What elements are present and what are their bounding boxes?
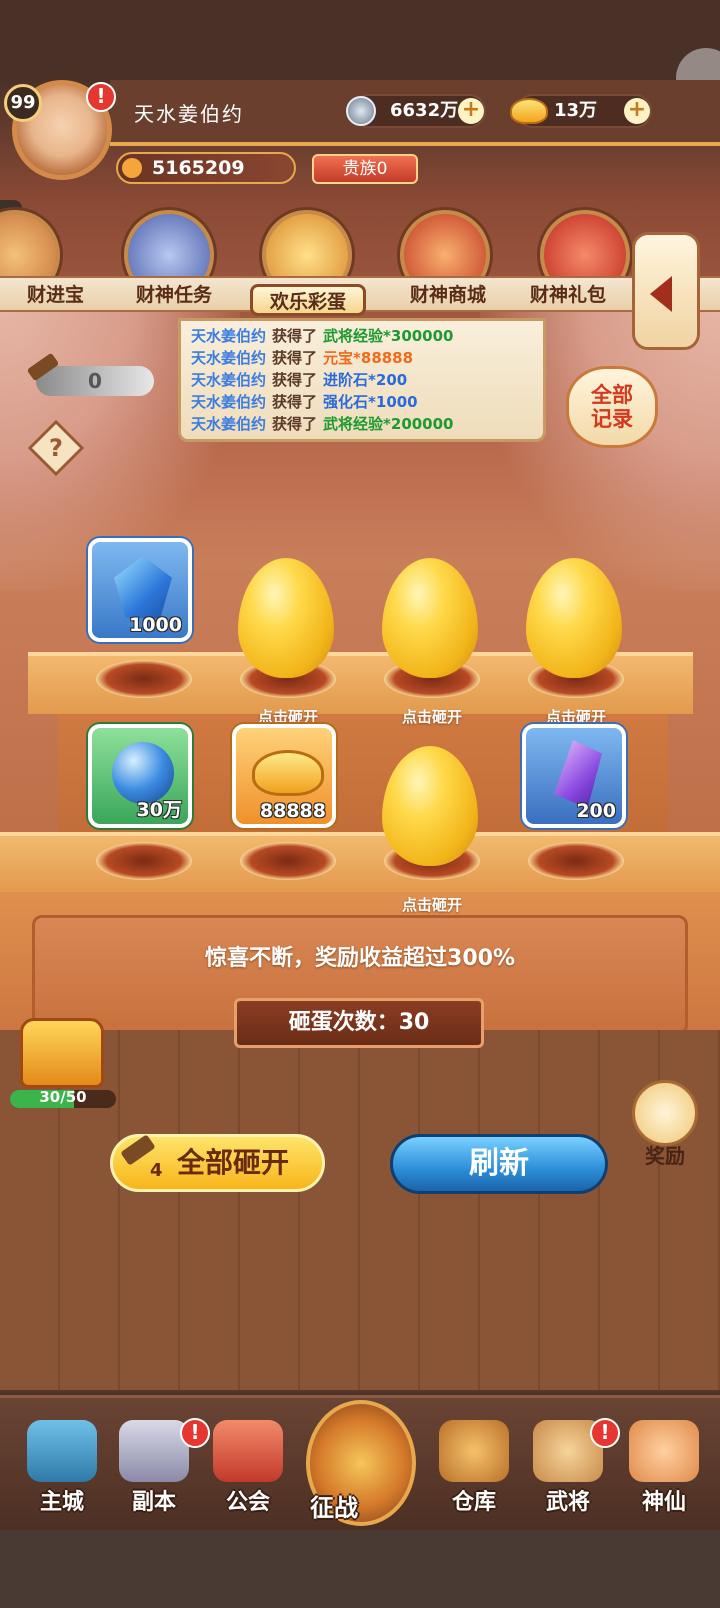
hammer-count: 0	[36, 366, 154, 396]
reward-amount: 200	[576, 800, 616, 822]
nav-campaign[interactable]: 征战	[306, 1400, 416, 1526]
egg-slot	[96, 842, 192, 880]
reward-card-crystal: 1000	[88, 538, 192, 642]
egg-slot	[96, 660, 192, 698]
ticker-row: 天水姜伯约 获得了 元宝*88888	[191, 349, 414, 367]
reward-button[interactable]: 奖励	[628, 1080, 702, 1170]
egg-slot	[528, 842, 624, 880]
add-ingot-button[interactable]: +	[624, 98, 650, 124]
refresh-button[interactable]: 刷新	[390, 1134, 608, 1194]
nav-guild[interactable]: 公会	[206, 1420, 290, 1520]
smash-hint: 点击砸开	[401, 708, 462, 726]
treasure-chest-icon[interactable]	[20, 1018, 104, 1088]
paw-points-display: 5165209	[116, 152, 296, 184]
system-nav-bar	[0, 1530, 720, 1608]
add-copper-button[interactable]: +	[458, 98, 484, 124]
help-icon: ?	[49, 434, 63, 462]
purple-crystal-icon	[554, 740, 602, 808]
flag-icon	[213, 1420, 283, 1482]
reward-ticker: 天水姜伯约 获得了 武将经验*300000 天水姜伯约 获得了 元宝*88888 天水姜…	[178, 318, 546, 442]
swords-icon	[119, 1420, 189, 1482]
all-records-line2: 记录	[591, 407, 633, 431]
reward-card-ingot: 88888	[232, 724, 336, 828]
all-records-button[interactable]: 全部 记录	[566, 366, 658, 448]
ticker-row: 天水姜伯约 获得了 进阶石*200	[191, 371, 408, 389]
reward-amount: 88888	[259, 800, 326, 822]
level-badge: 99	[4, 84, 42, 122]
gold-ingot-icon	[510, 98, 548, 124]
tab-tasks[interactable]: 财神任务	[118, 280, 230, 312]
golden-egg[interactable]	[382, 558, 478, 678]
reward-amount: 1000	[129, 614, 182, 636]
tab-shop[interactable]: 财神商城	[390, 280, 506, 312]
reward-amount: 30万	[136, 799, 182, 821]
cat-face-icon	[629, 1420, 699, 1482]
game-screen: 99 ! 天水姜伯约 6632万 + 13万 + 5165209 贵族0 财进宝…	[0, 0, 720, 1608]
reward-icon	[632, 1080, 698, 1146]
all-records-line1: 全部	[591, 383, 633, 407]
wooden-floor	[0, 1030, 720, 1390]
tab-gift-pack[interactable]: 财神礼包	[530, 280, 634, 312]
smash-hint: 点击砸开	[401, 896, 462, 914]
paw-icon	[122, 158, 142, 178]
bonus-info-text: 惊喜不断，奖励收益超过300%	[205, 946, 515, 971]
ticker-row: 天水姜伯约 获得了 强化石*1000	[191, 393, 418, 411]
egg-slot	[240, 842, 336, 880]
tab-treasure[interactable]: 财进宝	[0, 280, 92, 312]
generals-alert-icon: !	[590, 1418, 620, 1448]
blue-crystal-icon	[114, 556, 172, 618]
nav-immortals[interactable]: 神仙	[622, 1420, 706, 1520]
player-name: 天水姜伯约	[134, 102, 244, 126]
chevron-left-icon	[650, 276, 672, 312]
gold-ingot-icon	[252, 750, 324, 796]
reward-card-orb: 30万	[88, 724, 192, 828]
ticker-row: 天水姜伯约 获得了 武将经验*200000	[191, 415, 454, 433]
castle-icon	[27, 1420, 97, 1482]
reward-card-stone: 200	[522, 724, 626, 828]
avatar-alert-icon: !	[86, 82, 116, 112]
nav-warehouse[interactable]: 仓库	[432, 1420, 516, 1520]
nav-main-city[interactable]: 主城	[20, 1420, 104, 1520]
copper-coin-icon	[346, 96, 376, 126]
noble-badge[interactable]: 贵族0	[312, 154, 418, 184]
tab-happy-eggs[interactable]: 欢乐彩蛋	[250, 284, 366, 316]
reward-label: 奖励	[645, 1144, 685, 1168]
golden-egg[interactable]	[238, 558, 334, 678]
chest-progress-label: 30/50	[39, 1088, 87, 1106]
ticker-row: 天水姜伯约 获得了 武将经验*300000	[191, 327, 454, 345]
smash-count: 砸蛋次数：30	[234, 998, 484, 1048]
treasure-bag-icon	[439, 1420, 509, 1482]
hammer-cost: 4	[150, 1160, 163, 1181]
